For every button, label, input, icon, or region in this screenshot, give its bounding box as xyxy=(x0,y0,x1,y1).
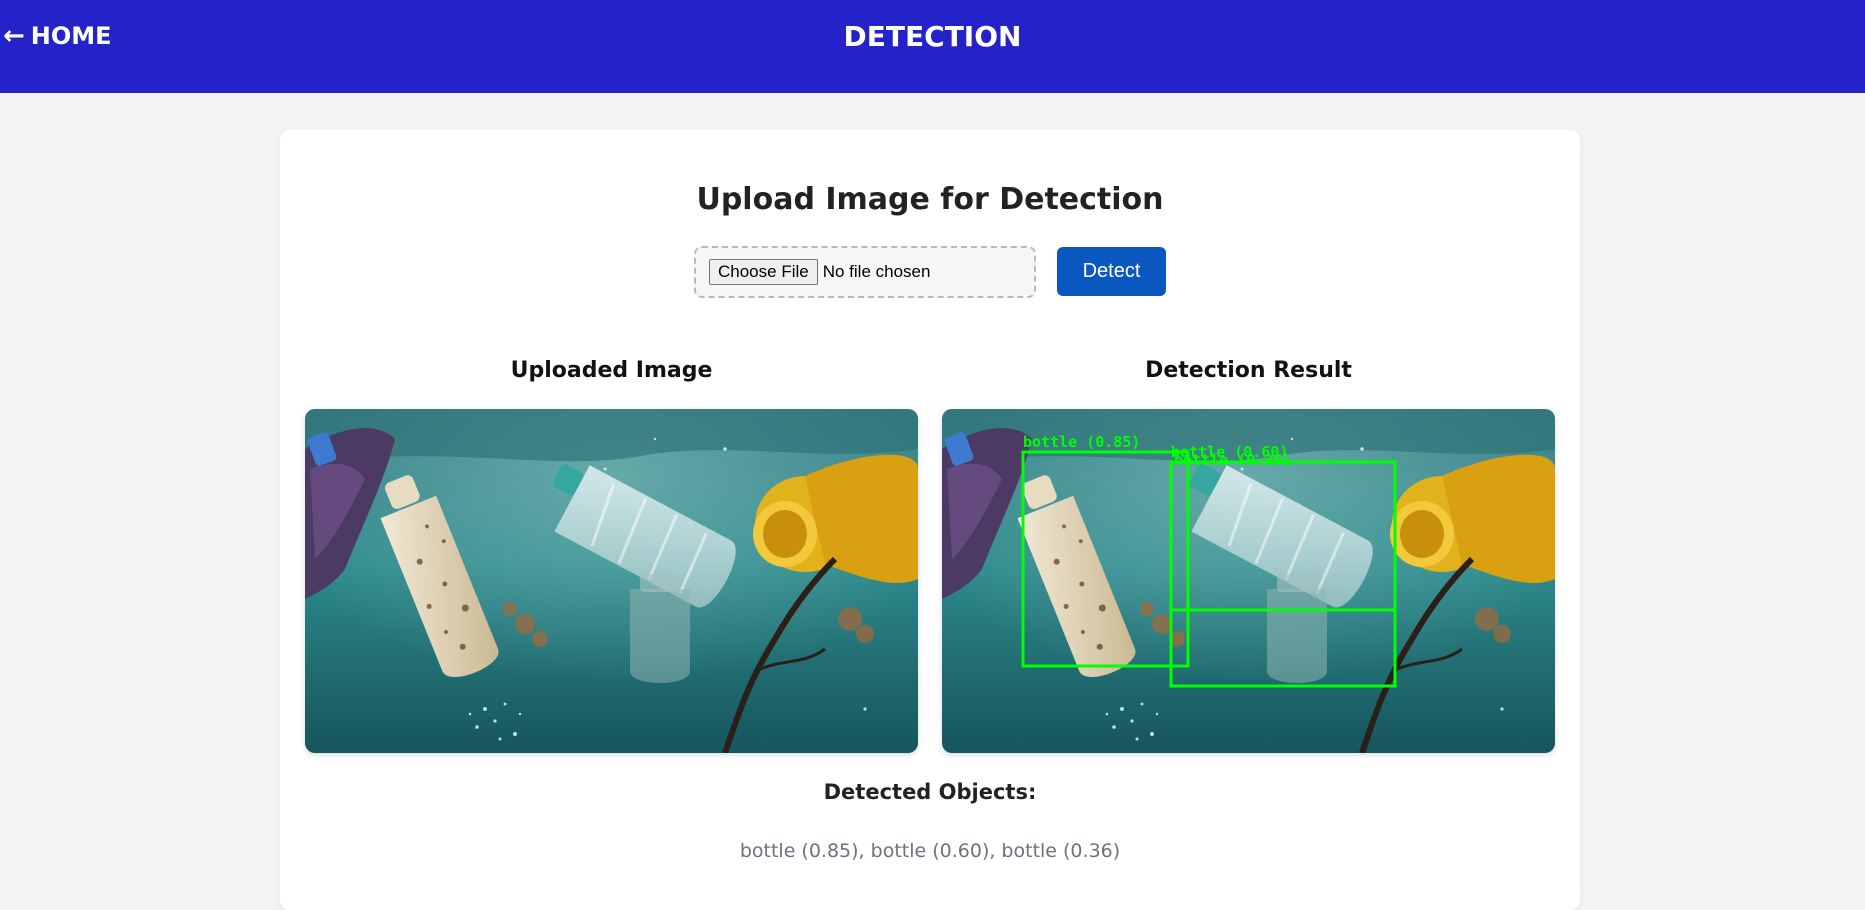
uploaded-image-title: Uploaded Image xyxy=(510,358,713,383)
detected-objects-list: bottle (0.85), bottle (0.60), bottle (0.… xyxy=(739,840,1121,862)
bounding-box-label: bottle (0.36) xyxy=(1174,451,1291,469)
detection-result-image: bottle (0.85) bottle (0.60) bottle (0.36… xyxy=(942,409,1555,753)
choose-file-button[interactable]: Choose File xyxy=(709,259,818,285)
uploaded-image xyxy=(305,409,918,753)
bounding-box-label: bottle (0.85) xyxy=(1023,433,1140,451)
detected-objects-heading: Detected Objects: xyxy=(823,780,1037,804)
file-input-field[interactable]: Choose File No file chosen xyxy=(694,246,1036,298)
page-title: DETECTION xyxy=(843,20,1022,53)
detect-button[interactable]: Detect xyxy=(1057,247,1166,296)
top-navigation-bar: ← HOME DETECTION xyxy=(0,0,1865,93)
file-status-text: No file chosen xyxy=(822,262,931,281)
detection-card: Upload Image for Detection Choose File N… xyxy=(280,130,1580,910)
upload-heading: Upload Image for Detection xyxy=(696,182,1164,217)
detection-result-title: Detection Result xyxy=(1145,358,1352,383)
